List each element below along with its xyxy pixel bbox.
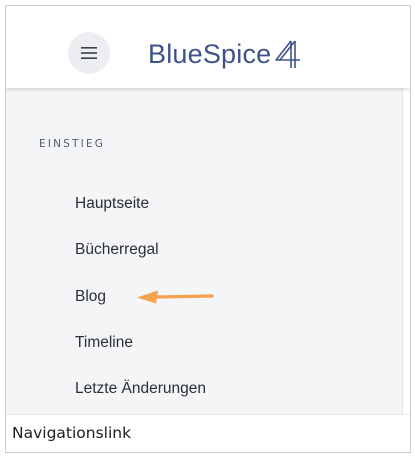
top-header: BlueSpice: [6, 6, 410, 88]
screenshot: BlueSpice EINSTIEG Hauptseite Bücherrega…: [6, 6, 410, 414]
hamburger-menu-icon: [81, 47, 97, 59]
logo-version-mark: [275, 40, 301, 68]
nav-link-buecherregal[interactable]: Bücherregal: [75, 241, 159, 259]
nav-link-blog[interactable]: Blog: [75, 288, 106, 306]
nav-link-letzte-aenderungen[interactable]: Letzte Änderungen: [75, 380, 206, 398]
nav-link-timeline[interactable]: Timeline: [75, 334, 133, 352]
image-caption: Navigationslink: [6, 414, 410, 452]
section-heading-einstieg: EINSTIEG: [39, 138, 106, 150]
caption-text: Navigationslink: [12, 424, 132, 442]
bluespice-logo[interactable]: BlueSpice: [148, 34, 303, 74]
navigation-sidebar: EINSTIEG Hauptseite Bücherregal Blog Tim…: [6, 88, 403, 414]
nav-link-hauptseite[interactable]: Hauptseite: [75, 195, 149, 213]
logo-text: BlueSpice: [148, 38, 272, 69]
menu-toggle-button[interactable]: [68, 32, 110, 74]
image-frame: BlueSpice EINSTIEG Hauptseite Bücherrega…: [5, 5, 411, 453]
arrow-left-icon: [137, 290, 214, 304]
